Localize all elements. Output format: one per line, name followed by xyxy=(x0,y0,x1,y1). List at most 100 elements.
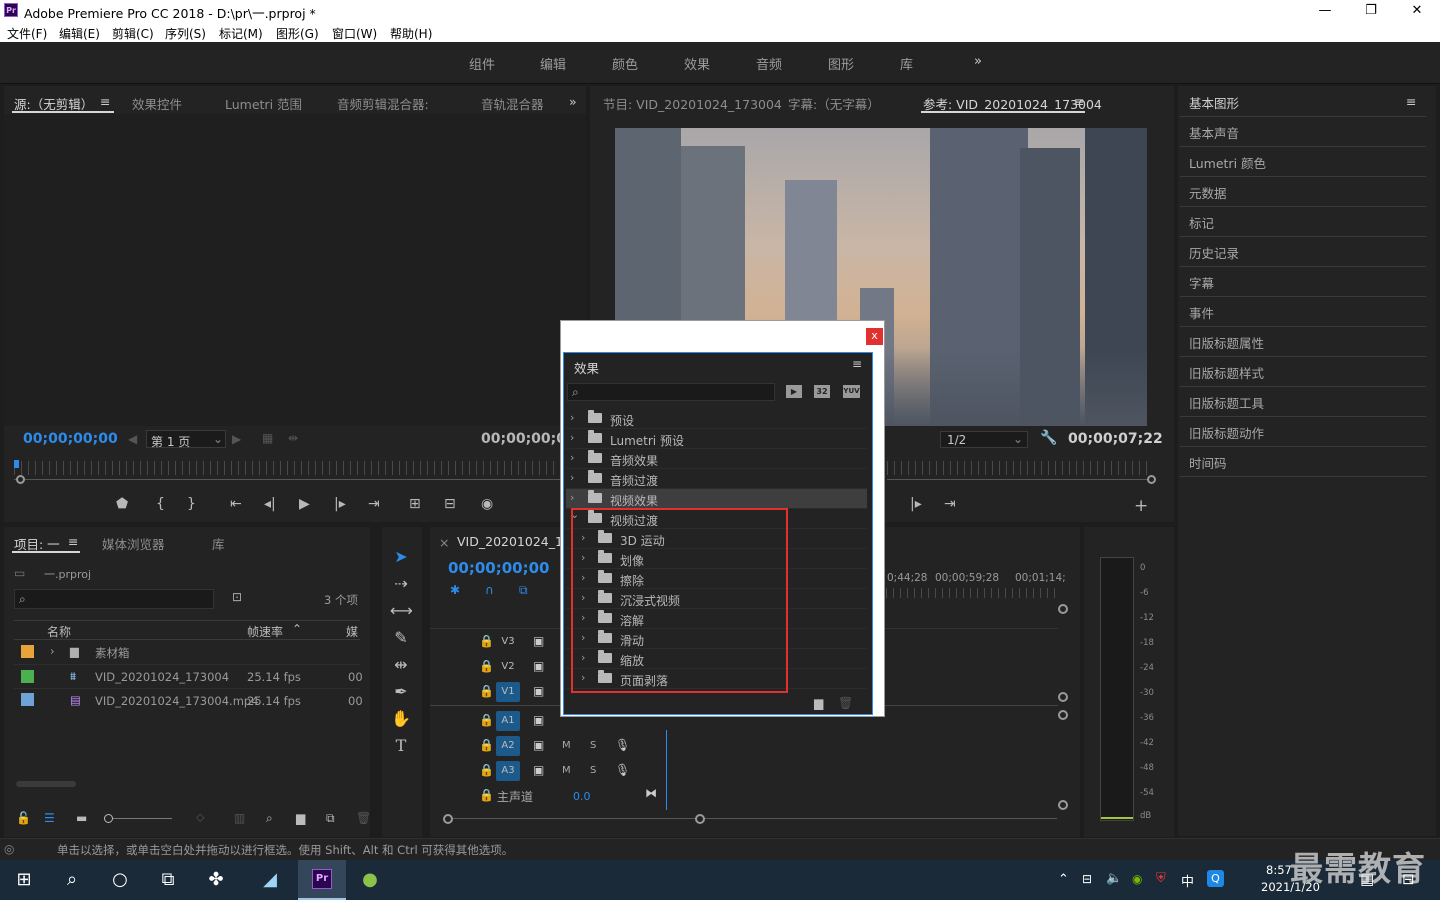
zoom-handle[interactable] xyxy=(16,475,25,484)
accelerated-effects-icon[interactable]: ▶ xyxy=(786,385,802,398)
lock-icon[interactable]: 🔒 xyxy=(479,634,494,648)
toggle-output-icon[interactable]: ▣ xyxy=(533,684,544,698)
timeline-close-icon[interactable]: × xyxy=(439,535,449,550)
source-more-button[interactable]: » xyxy=(569,94,577,109)
snap-magnet-icon[interactable]: ∩ xyxy=(485,583,494,597)
clock-time[interactable]: 8:57 xyxy=(1266,863,1292,877)
action-center-icon[interactable]: ⊟ xyxy=(1402,870,1415,888)
app-pinwheel-icon[interactable]: ✤ xyxy=(204,868,228,892)
maximize-button[interactable]: ❐ xyxy=(1348,0,1394,22)
workspace-color[interactable]: 颜色 xyxy=(612,54,638,73)
pen-tool-icon[interactable]: ✒ xyxy=(390,681,412,703)
icon-view-icon[interactable]: ▬ xyxy=(76,811,87,825)
step-back-icon[interactable]: ◂| xyxy=(264,496,276,512)
qq-icon[interactable]: Q xyxy=(1207,870,1224,887)
track-select-tool-icon[interactable]: ⇢ xyxy=(390,573,412,595)
lock-icon[interactable]: 🔒 xyxy=(479,659,494,673)
workspace-more-button[interactable]: » xyxy=(974,54,982,69)
app-green-icon[interactable]: ● xyxy=(358,868,382,892)
label-color-swatch[interactable] xyxy=(21,670,34,683)
lock-icon[interactable]: 🔓 xyxy=(16,811,31,825)
tab-audio-track-mixer[interactable]: 音轨混合器 xyxy=(481,94,544,113)
network-icon[interactable]: ⊟ xyxy=(1082,872,1092,886)
minimize-button[interactable]: — xyxy=(1302,0,1348,22)
panel-metadata[interactable]: 元数据 xyxy=(1189,183,1227,202)
go-to-in-icon[interactable]: ⇤ xyxy=(230,496,242,512)
tab-libraries[interactable]: 库 xyxy=(212,534,225,553)
timeline-playhead[interactable] xyxy=(666,730,667,810)
tab-audio-clip-mixer[interactable]: 音频剪辑混合器: xyxy=(337,94,429,113)
add-button[interactable]: + xyxy=(1134,496,1148,516)
yuv-effects-icon[interactable]: YUV xyxy=(843,385,860,398)
lock-icon[interactable]: 🔒 xyxy=(479,713,494,727)
panel-essential-graphics[interactable]: 基本图形 xyxy=(1189,93,1239,112)
slip-tool-icon[interactable]: ⇹ xyxy=(390,654,412,676)
step-forward-icon[interactable]: |▸ xyxy=(910,496,922,512)
lock-icon[interactable]: 🔒 xyxy=(479,738,494,752)
effect-category-presets[interactable]: › 预设 xyxy=(566,409,867,429)
master-volume[interactable]: 0.0 xyxy=(573,790,591,803)
go-to-out-icon[interactable]: ⇥ xyxy=(944,496,956,512)
toggle-output-icon[interactable]: ▣ xyxy=(533,634,544,648)
column-framerate[interactable]: 帧速率 xyxy=(247,623,283,640)
next-page-icon[interactable]: ▶ xyxy=(232,432,241,446)
label-color-swatch[interactable] xyxy=(21,693,34,706)
zoom-handle[interactable] xyxy=(1147,475,1156,484)
new-item-icon[interactable]: ⧉ xyxy=(326,811,335,826)
insert-icon[interactable]: ⊞ xyxy=(409,496,421,512)
expand-arrow-icon[interactable]: › xyxy=(570,451,574,464)
workspace-assembly[interactable]: 组件 xyxy=(469,54,495,73)
lock-icon[interactable]: 🔒 xyxy=(479,763,494,777)
sort-icon[interactable]: ⬦ xyxy=(196,810,204,825)
expand-arrow-icon[interactable]: › xyxy=(570,411,574,424)
scroll-handle[interactable] xyxy=(443,814,453,824)
tab-captions[interactable]: 字幕:（无字幕） xyxy=(788,94,880,113)
workspace-effects[interactable]: 效果 xyxy=(684,54,710,73)
track-a1[interactable]: A1 xyxy=(496,711,520,731)
panel-captions[interactable]: 字幕 xyxy=(1189,273,1214,292)
trash-icon[interactable]: 🗑 xyxy=(356,811,371,825)
windows-start-icon[interactable]: ⊞ xyxy=(12,868,36,892)
horizontal-scrollbar[interactable] xyxy=(16,781,76,787)
microphone-icon[interactable]: 🎙 xyxy=(615,738,630,752)
notification-icon[interactable]: ▤ xyxy=(1360,870,1374,888)
source-menu-icon[interactable]: ≡ xyxy=(100,94,110,109)
zoom-slider-handle[interactable] xyxy=(104,814,113,823)
menu-edit[interactable]: 编辑(E) xyxy=(59,25,100,42)
go-to-out-icon[interactable]: ⇥ xyxy=(368,496,380,512)
expand-arrow-icon[interactable]: › xyxy=(570,471,574,484)
step-forward-icon[interactable]: |▸ xyxy=(334,496,346,512)
toggle-output-icon[interactable]: ▣ xyxy=(533,738,544,752)
ripple-edit-tool-icon[interactable]: ⟷ xyxy=(390,600,413,622)
panel-history[interactable]: 历史记录 xyxy=(1189,243,1239,262)
find-icon[interactable]: ⌕ xyxy=(266,811,273,826)
tab-effect-controls[interactable]: 效果控件 xyxy=(132,94,182,113)
scroll-handle[interactable] xyxy=(695,814,705,824)
source-playhead[interactable] xyxy=(14,460,19,468)
tray-chevron-icon[interactable]: ⌃ xyxy=(1058,872,1069,887)
automate-icon[interactable]: ▥ xyxy=(234,811,245,825)
track-v2[interactable]: V2 xyxy=(496,657,520,677)
solo-button[interactable]: S xyxy=(590,765,596,776)
workspace-graphics[interactable]: 图形 xyxy=(828,54,854,73)
camera-icon[interactable]: ◉ xyxy=(481,496,493,512)
tab-program[interactable]: 节目: VID_20201024_173004 xyxy=(603,94,782,113)
menu-marker[interactable]: 标记(M) xyxy=(219,25,263,42)
toggle-output-icon[interactable]: ▣ xyxy=(533,763,544,777)
search-icon[interactable]: ⌕ xyxy=(60,868,84,892)
trash-icon[interactable]: 🗑 xyxy=(838,696,853,710)
track-a3[interactable]: A3 xyxy=(496,761,520,781)
panel-events[interactable]: 事件 xyxy=(1189,303,1214,322)
volume-icon[interactable]: 🔈 xyxy=(1106,871,1122,886)
workspace-audio[interactable]: 音频 xyxy=(756,54,782,73)
column-media[interactable]: 媒 xyxy=(346,623,358,640)
nest-icon[interactable]: ✱ xyxy=(450,583,460,597)
go-to-end-icon[interactable]: ⧓ xyxy=(645,786,657,800)
close-button[interactable]: ✕ xyxy=(1394,0,1440,22)
prev-page-icon[interactable]: ◀ xyxy=(128,432,137,446)
mark-in-icon[interactable]: { xyxy=(156,496,165,512)
effect-category-audio-transitions[interactable]: › 音频过渡 xyxy=(566,469,867,489)
lock-icon[interactable]: 🔒 xyxy=(479,684,494,698)
expand-arrow-icon[interactable]: › xyxy=(570,431,574,444)
add-marker-icon[interactable]: ⬟ xyxy=(116,496,128,512)
